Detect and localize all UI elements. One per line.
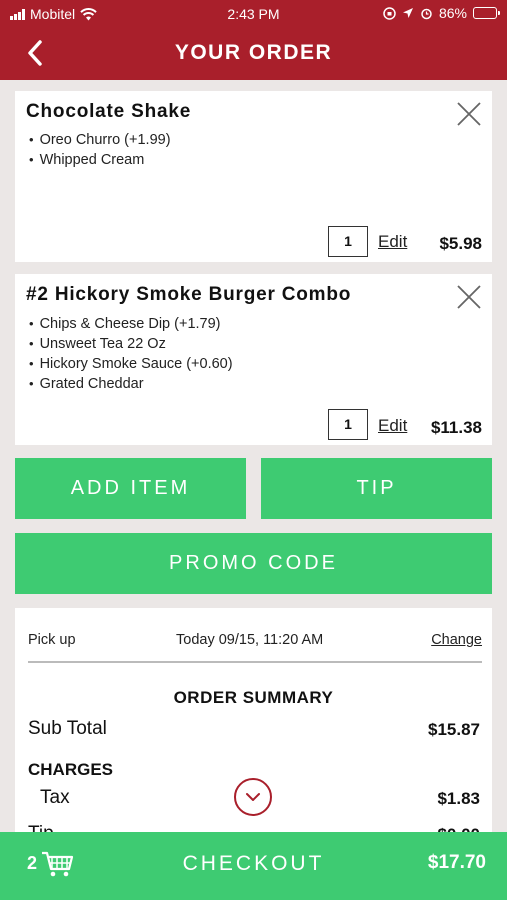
subtotal-label: Sub Total [28,718,107,739]
item-price: $11.38 [430,418,482,437]
remove-item-icon[interactable] [456,284,482,310]
subtotal-row: Sub Total $15.87 [28,718,480,744]
tip-button[interactable]: TIP [261,458,492,519]
modifier: Oreo Churro (+1.99) [29,130,171,150]
modifier: Chips & Cheese Dip (+1.79) [29,314,233,334]
battery-icon [473,7,500,19]
promo-code-button[interactable]: PROMO CODE [15,533,492,594]
alarm-icon [421,8,432,19]
pickup-row: Pick up Today 09/15, 11:20 AM Change [28,632,482,654]
status-right-group: 86% [383,5,500,21]
modifier: Hickory Smoke Sauce (+0.60) [29,354,233,374]
battery-percent: 86% [438,5,467,21]
remove-item-icon[interactable] [456,101,482,127]
tax-label: Tax [40,787,70,808]
quantity-field[interactable]: 1 [328,409,368,440]
chevron-down-icon [246,793,260,801]
item-modifiers: Oreo Churro (+1.99) Whipped Cream [29,130,171,170]
divider [28,661,482,663]
edit-item-link[interactable]: Edit [378,416,407,436]
quantity-field[interactable]: 1 [328,226,368,257]
navigation-bar: YOUR ORDER [0,28,507,80]
checkout-button[interactable]: 2 CHECKOUT $17.70 [0,832,507,900]
modifier: Unsweet Tea 22 Oz [29,334,233,354]
modifier: Whipped Cream [29,150,171,170]
location-icon [402,8,413,18]
item-name: Chocolate Shake [26,101,192,122]
expand-charges-button[interactable] [234,778,272,816]
order-item-card: Chocolate Shake Oreo Churro (+1.99) Whip… [15,91,492,262]
status-bar: Mobitel 2:43 PM 86% [0,0,507,28]
order-item-card: #2 Hickory Smoke Burger Combo Chips & Ch… [15,274,492,445]
page-title: YOUR ORDER [174,41,333,64]
screen-lock-icon [383,6,396,20]
edit-item-link[interactable]: Edit [378,232,407,252]
checkout-total: $17.70 [427,852,486,873]
change-pickup-link[interactable]: Change [431,632,482,648]
subtotal-value: $15.87 [428,720,480,739]
charges-heading: CHARGES [28,760,114,779]
modifier: Grated Cheddar [29,374,233,394]
item-name: #2 Hickory Smoke Burger Combo [26,284,352,305]
order-summary-title: ORDER SUMMARY [173,688,334,707]
add-item-button[interactable]: ADD ITEM [15,458,246,519]
item-modifiers: Chips & Cheese Dip (+1.79) Unsweet Tea 2… [29,314,233,394]
tax-value: $1.83 [437,789,480,808]
pickup-time: Today 09/15, 11:20 AM [176,632,324,648]
item-price: $5.98 [439,234,482,253]
pickup-label: Pick up [28,632,76,648]
